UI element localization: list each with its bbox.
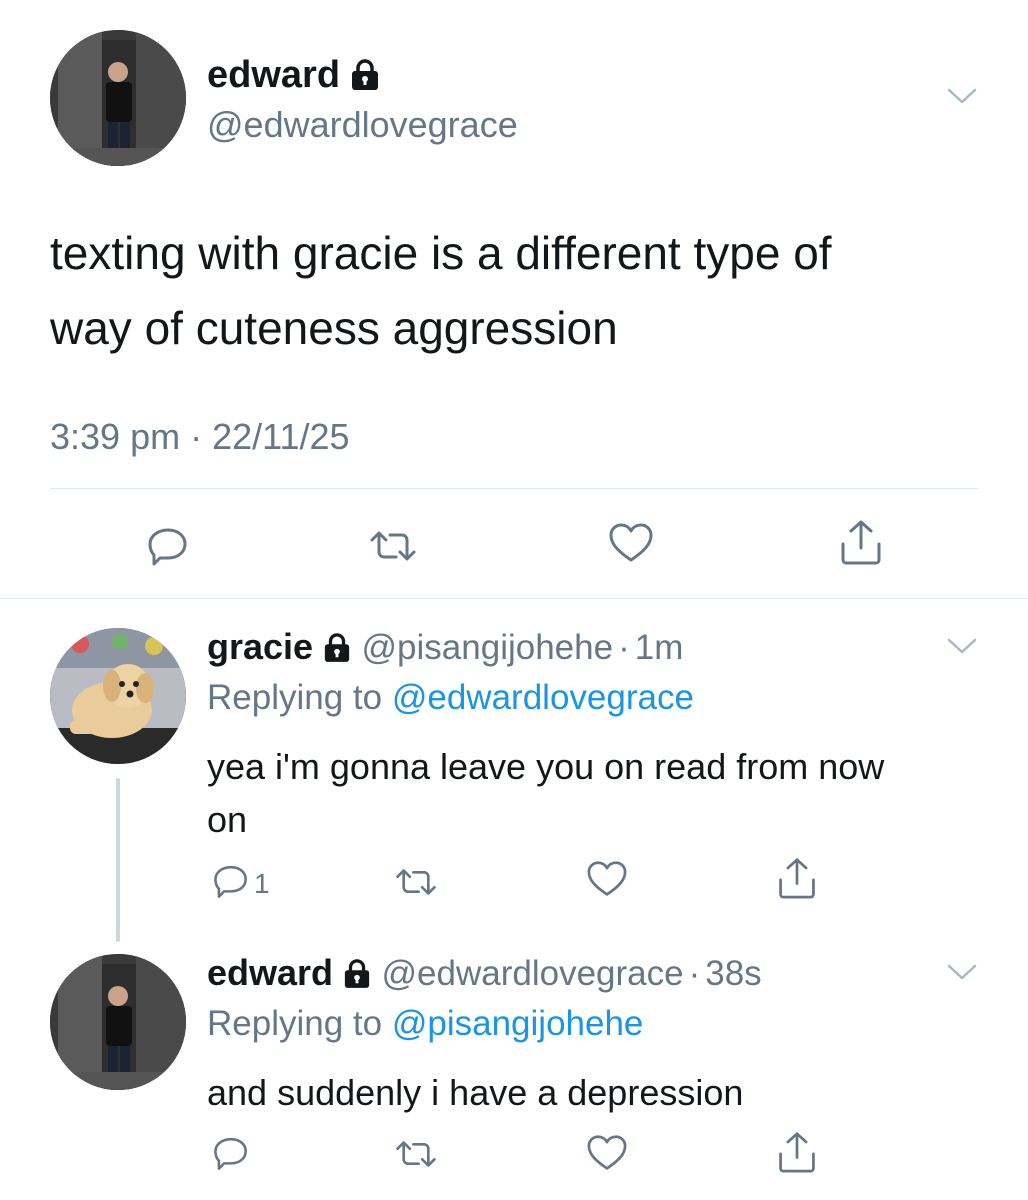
thread-line: [116, 778, 120, 942]
tweet-text-line1: texting with gracie is a different type …: [50, 227, 832, 279]
lock-icon: [323, 629, 351, 671]
author-handle[interactable]: @pisangijohehe: [362, 628, 614, 667]
reply-text-line1: and suddenly i have a depression: [207, 1072, 744, 1113]
tweet-text-line2: way of cuteness aggression: [50, 302, 618, 354]
share-icon: [779, 858, 815, 899]
like-button[interactable]: [586, 1134, 628, 1172]
author-name-text[interactable]: edward: [207, 54, 340, 96]
author-handle[interactable]: @edwardlovegrace: [382, 954, 684, 993]
lock-icon: [350, 57, 380, 100]
chevron-down-icon[interactable]: [946, 962, 978, 987]
share-button[interactable]: [838, 518, 884, 566]
like-icon: [609, 523, 653, 562]
author-handle[interactable]: @edwardlovegrace: [207, 104, 518, 146]
replying-to: Replying to @pisangijohehe: [207, 1004, 643, 1044]
tweet-date[interactable]: 22/11/25: [212, 416, 349, 457]
avatar-gracie[interactable]: [50, 628, 186, 764]
chevron-down-icon[interactable]: [946, 636, 978, 661]
reply-text: yea i'm gonna leave you on read from now…: [207, 740, 884, 846]
divider: [50, 488, 978, 489]
reply-header: gracie @pisangijohehe · 1m: [207, 626, 683, 671]
retweet-icon: [396, 869, 436, 895]
lock-icon: [343, 955, 371, 997]
replying-to-link[interactable]: @pisangijohehe: [392, 1004, 644, 1043]
tweet-age[interactable]: 1m: [635, 628, 684, 667]
like-button[interactable]: [586, 860, 628, 898]
reply-icon: [148, 528, 187, 566]
retweet-icon: [370, 531, 416, 561]
reply-text-line1: yea i'm gonna leave you on read from now: [207, 746, 885, 787]
reply-button[interactable]: [146, 524, 190, 568]
chevron-down-icon[interactable]: [946, 86, 978, 111]
avatar-edward[interactable]: [50, 954, 186, 1090]
like-icon: [587, 861, 627, 896]
like-icon: [587, 1135, 627, 1170]
tweet-age[interactable]: 38s: [705, 954, 761, 993]
retweet-icon: [396, 1141, 436, 1167]
author-name-text[interactable]: gracie: [207, 626, 313, 667]
author-name[interactable]: gracie: [207, 626, 351, 667]
tweet-timestamp[interactable]: 3:39 pm · 22/11/25: [50, 416, 350, 458]
author-name[interactable]: edward: [207, 54, 380, 100]
share-icon: [841, 520, 881, 565]
retweet-button[interactable]: [368, 528, 418, 564]
reply-button[interactable]: 1: [212, 862, 270, 900]
reply-header: edward @edwardlovegrace · 38s: [207, 952, 762, 997]
reply-button[interactable]: [212, 1134, 250, 1172]
author-name[interactable]: edward: [207, 952, 371, 993]
author-name-text[interactable]: edward: [207, 952, 333, 993]
replying-to: Replying to @edwardlovegrace: [207, 678, 694, 718]
reply-text-line2: on: [207, 799, 248, 840]
tweet-time[interactable]: 3:39 pm: [50, 416, 180, 457]
reply-text: and suddenly i have a depression: [207, 1066, 743, 1119]
replying-to-label: Replying to: [207, 1004, 383, 1043]
reply-count: 1: [254, 868, 270, 899]
replying-to-label: Replying to: [207, 678, 383, 717]
retweet-button[interactable]: [394, 866, 438, 898]
retweet-button[interactable]: [394, 1138, 438, 1170]
reply-icon: [214, 1137, 247, 1170]
share-icon: [779, 1132, 815, 1173]
like-button[interactable]: [608, 522, 654, 564]
avatar-edward[interactable]: [50, 30, 186, 166]
meta-separator: ·: [688, 954, 701, 993]
section-divider: [0, 598, 1028, 599]
share-button[interactable]: [776, 1130, 818, 1174]
tweet-text: texting with gracie is a different type …: [50, 216, 832, 366]
replying-to-link[interactable]: @edwardlovegrace: [392, 678, 694, 717]
meta-separator: ·: [618, 628, 630, 667]
share-button[interactable]: [776, 856, 818, 900]
tweet-date-separator: ·: [190, 416, 203, 457]
reply-icon: [214, 865, 247, 898]
